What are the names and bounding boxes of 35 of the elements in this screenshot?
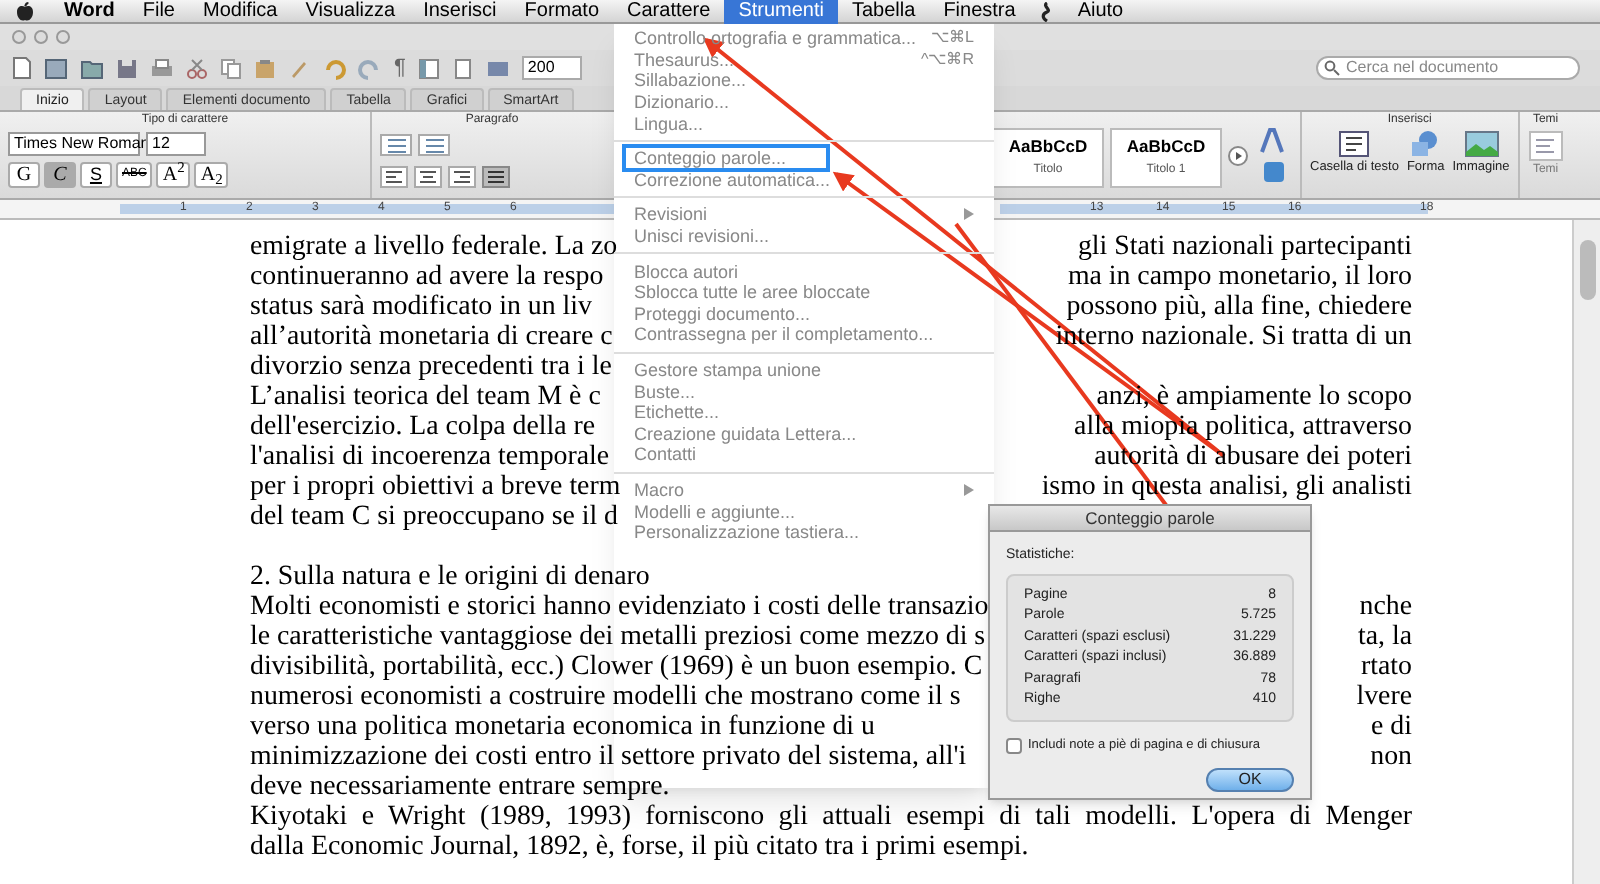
text-line: Molti economisti e storici hanno evidenziato i costi delle transazio (250, 592, 989, 622)
text-line: emigrate a livello federale. La zo (250, 232, 618, 262)
text-line: del team C si preoccupano se il d (250, 502, 618, 532)
text-line: per i propri obiettivi a breve term (250, 472, 621, 502)
text-line: verso una politica monetaria economica in funzione di u (250, 712, 875, 742)
text-line: numerosi economisti a costruire modelli che mostrano come il s (250, 682, 961, 712)
text-line: status sarà modificato in un liv (250, 292, 592, 322)
dialog-title: Conteggio parole (990, 506, 1310, 532)
text-line: dell'esercizio. La colpa della re (250, 412, 596, 442)
shortcut-label: ^⌥⌘R (920, 47, 974, 72)
style-preview: AaBbCcD (1008, 134, 1088, 160)
text-line: rtato (1361, 652, 1412, 682)
text-line: le caratteristiche vantaggiose dei metalli preziosi come mezzo di s (250, 622, 986, 652)
text-line: Kiyotaki e Wright (1989, 1993) forniscono gli attuali esempi di tali modelli. L'opera di Menger (250, 802, 1412, 832)
text-line: anzi, è ampiamente lo scopo (1096, 382, 1412, 412)
text-line: 2. Sulla natura e le origini di denaro (250, 562, 650, 592)
text-line: possono più, alla fine, chiedere (1066, 292, 1412, 322)
text-line: deve necessariamente entrare sempre. (250, 772, 670, 802)
text-line: l'analisi di incoerenza temporale (250, 442, 610, 472)
text-line: ma in campo monetario, il loro (1067, 262, 1412, 292)
style-preview: AaBbCcD (1126, 134, 1206, 160)
text-line: nche (1359, 592, 1412, 622)
shortcut-label: ⌥⌘L (931, 26, 974, 51)
text-line: non (1370, 742, 1412, 772)
text-line: divorzio senza precedenti tra i le (250, 352, 612, 382)
text-line: ta, la (1358, 622, 1412, 652)
text-line: all’autorità monetaria di creare c (250, 322, 613, 352)
text-line: lvere (1356, 682, 1412, 712)
text-line: dalla Economic Journal, 1892, è, forse, il più citato tra i primi esempi. (250, 832, 1029, 862)
text-line: L’analisi teorica del team M è c (250, 382, 601, 412)
text-line: e di (1371, 712, 1412, 742)
text-line: divisibilità, portabilità, ecc.) Clower (1969) è un buon esempio. C (250, 652, 983, 682)
text-line: gli Stati nazionali partecipanti (1077, 232, 1412, 262)
text-line: minimizzazione dei costi entro il settore privato del sistema, all'i (250, 742, 967, 772)
text-line: continueranno ad avere la respo (250, 262, 604, 292)
